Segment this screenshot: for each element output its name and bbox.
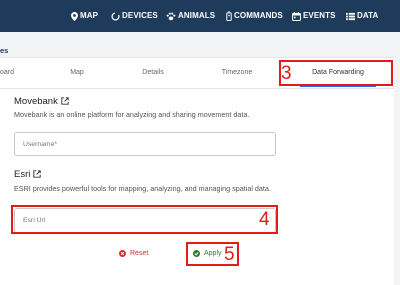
map-pin-icon	[71, 11, 78, 21]
nav-map-label: MAP	[80, 11, 99, 20]
highlight-box-field	[11, 205, 278, 234]
reset-label: Reset	[130, 250, 149, 257]
nav-commands[interactable]: COMMANDS	[226, 0, 283, 32]
calendar-icon	[292, 11, 301, 21]
nav-events-label: EVENTS	[303, 11, 336, 20]
top-nav-bar: MAP DEVICES ANIMALS COMMANDS EVENTS DATA	[0, 0, 400, 32]
cancel-circle-icon	[119, 250, 126, 257]
annotation-number-3: 3	[281, 63, 292, 84]
nav-devices-label: DEVICES	[122, 11, 158, 20]
movebank-username-field	[14, 132, 276, 156]
reset-button[interactable]: Reset	[119, 247, 148, 261]
data-list-icon	[346, 12, 355, 20]
esri-description: ESRI provides powerful tools for mapping…	[14, 184, 271, 193]
external-link-icon[interactable]	[61, 97, 69, 105]
annotation-number-4: 4	[259, 209, 270, 230]
nav-animals-label: ANIMALS	[178, 11, 216, 20]
nav-commands-label: COMMANDS	[234, 11, 283, 20]
tab-map[interactable]: Map	[60, 66, 94, 80]
movebank-heading: Movebank	[14, 96, 69, 107]
nav-devices[interactable]: DEVICES	[111, 0, 158, 32]
username-input[interactable]	[15, 133, 275, 156]
nav-data-label: DATA	[357, 11, 379, 20]
devices-icon	[111, 11, 120, 21]
movebank-description: Movebank is an online platform for analy…	[14, 110, 250, 119]
highlight-box-tab	[279, 60, 393, 86]
tab-timezone[interactable]: Timezone	[212, 66, 262, 80]
movebank-title: Movebank	[14, 96, 58, 107]
nav-data[interactable]: DATA	[346, 0, 378, 32]
paw-icon	[166, 12, 176, 20]
nav-events[interactable]: EVENTS	[292, 0, 336, 32]
tab-details[interactable]: Details	[133, 66, 173, 80]
annotation-number-5: 5	[224, 244, 235, 265]
esri-title: Esri	[14, 169, 31, 180]
remote-icon	[226, 11, 232, 22]
external-link-icon[interactable]	[33, 170, 42, 178]
nav-animals[interactable]: ANIMALS	[166, 0, 215, 32]
page-title-fragment: es	[0, 46, 9, 55]
esri-heading: Esri	[14, 169, 42, 180]
tab-dashboard[interactable]: oard	[0, 66, 14, 80]
nav-map[interactable]: MAP	[71, 0, 98, 32]
tabs-divider	[0, 88, 394, 89]
